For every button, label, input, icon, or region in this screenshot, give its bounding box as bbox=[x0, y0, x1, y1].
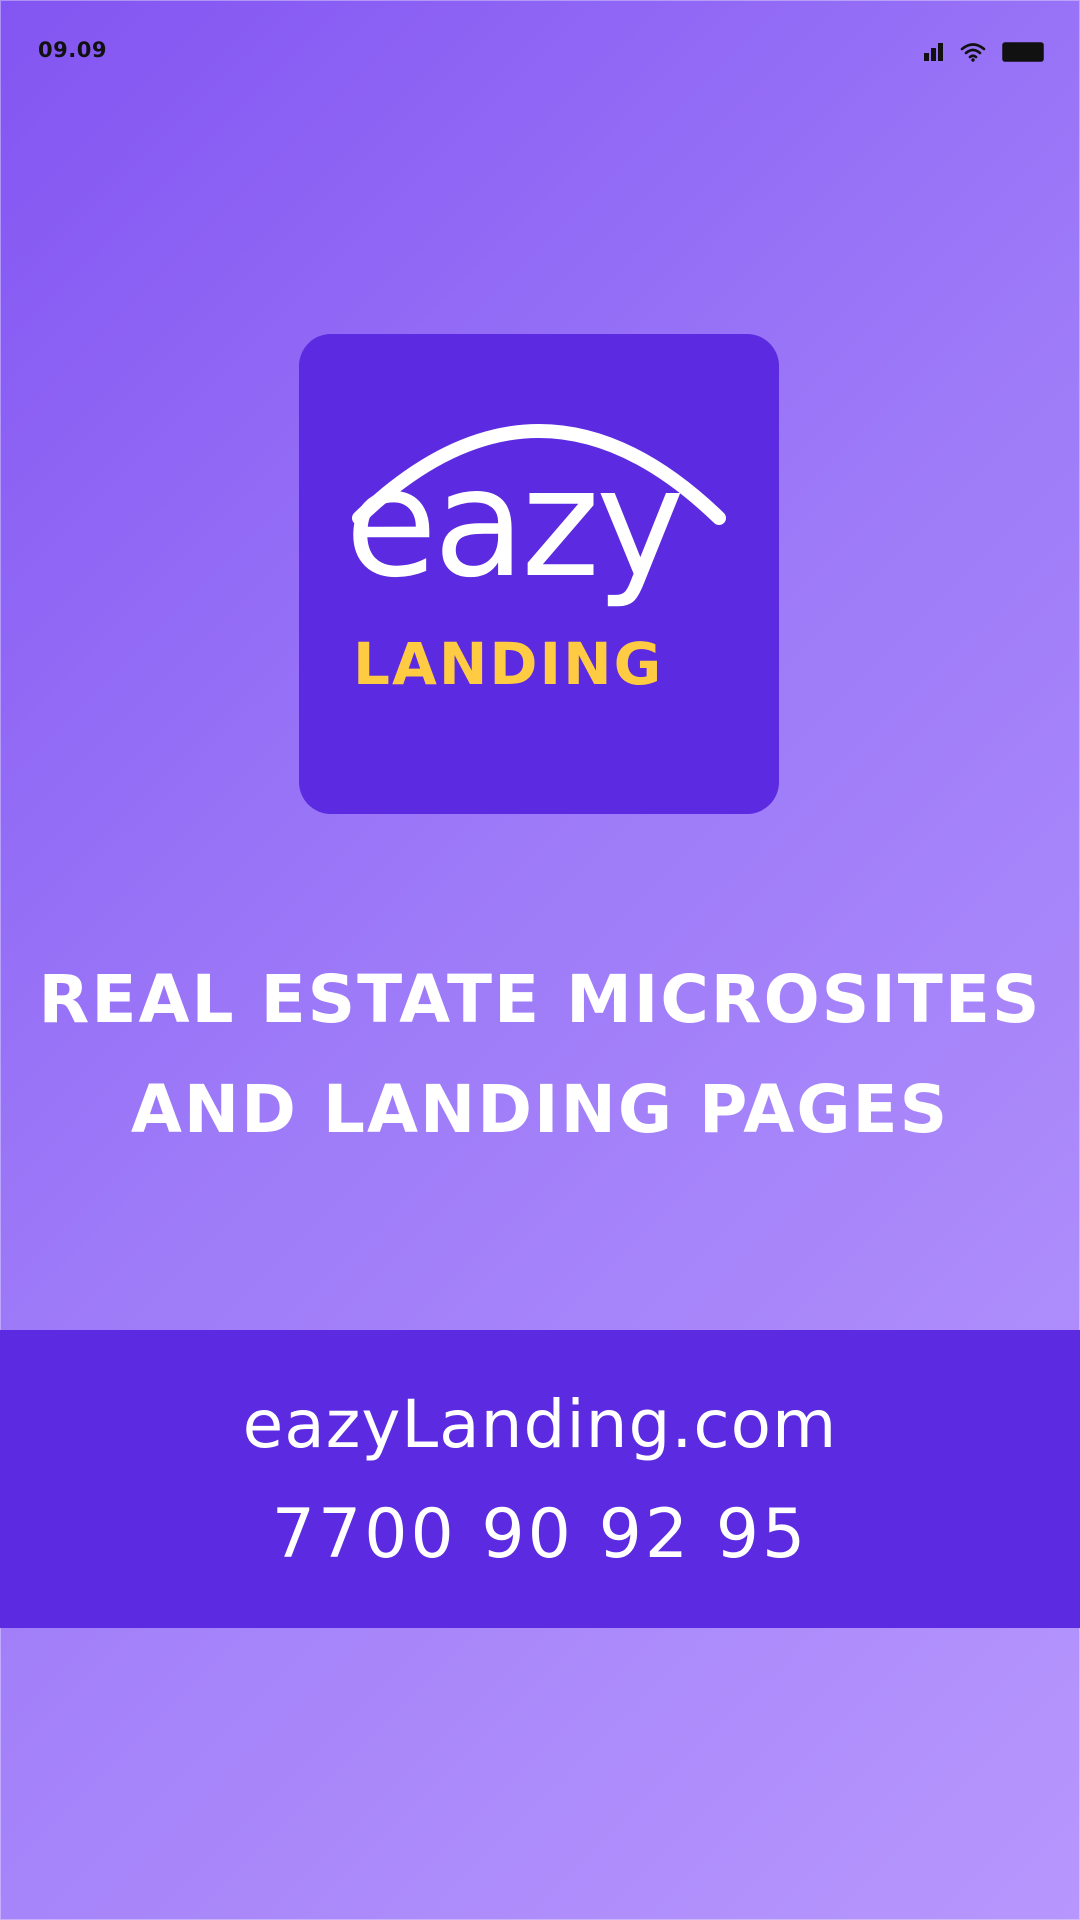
battery-icon bbox=[1002, 42, 1044, 62]
app-logo: eazy LANDING bbox=[299, 334, 779, 814]
headline-line-1: REAL ESTATE MICROSITES bbox=[38, 961, 1042, 1038]
logo-wordmark: eazy bbox=[345, 437, 685, 611]
status-icons bbox=[924, 42, 1044, 62]
status-time: 09.09 bbox=[38, 38, 107, 62]
signal-icon bbox=[924, 43, 943, 61]
logo-subtitle: LANDING bbox=[353, 630, 664, 698]
website-text: eazyLanding.com bbox=[242, 1386, 838, 1463]
phone-number: 7700 90 92 95 bbox=[271, 1495, 809, 1574]
headline: REAL ESTATE MICROSITES AND LANDING PAGES bbox=[0, 955, 1080, 1175]
contact-band: eazyLanding.com 7700 90 92 95 bbox=[0, 1330, 1080, 1628]
wifi-icon bbox=[960, 43, 986, 62]
headline-line-2: AND LANDING PAGES bbox=[130, 1071, 950, 1148]
